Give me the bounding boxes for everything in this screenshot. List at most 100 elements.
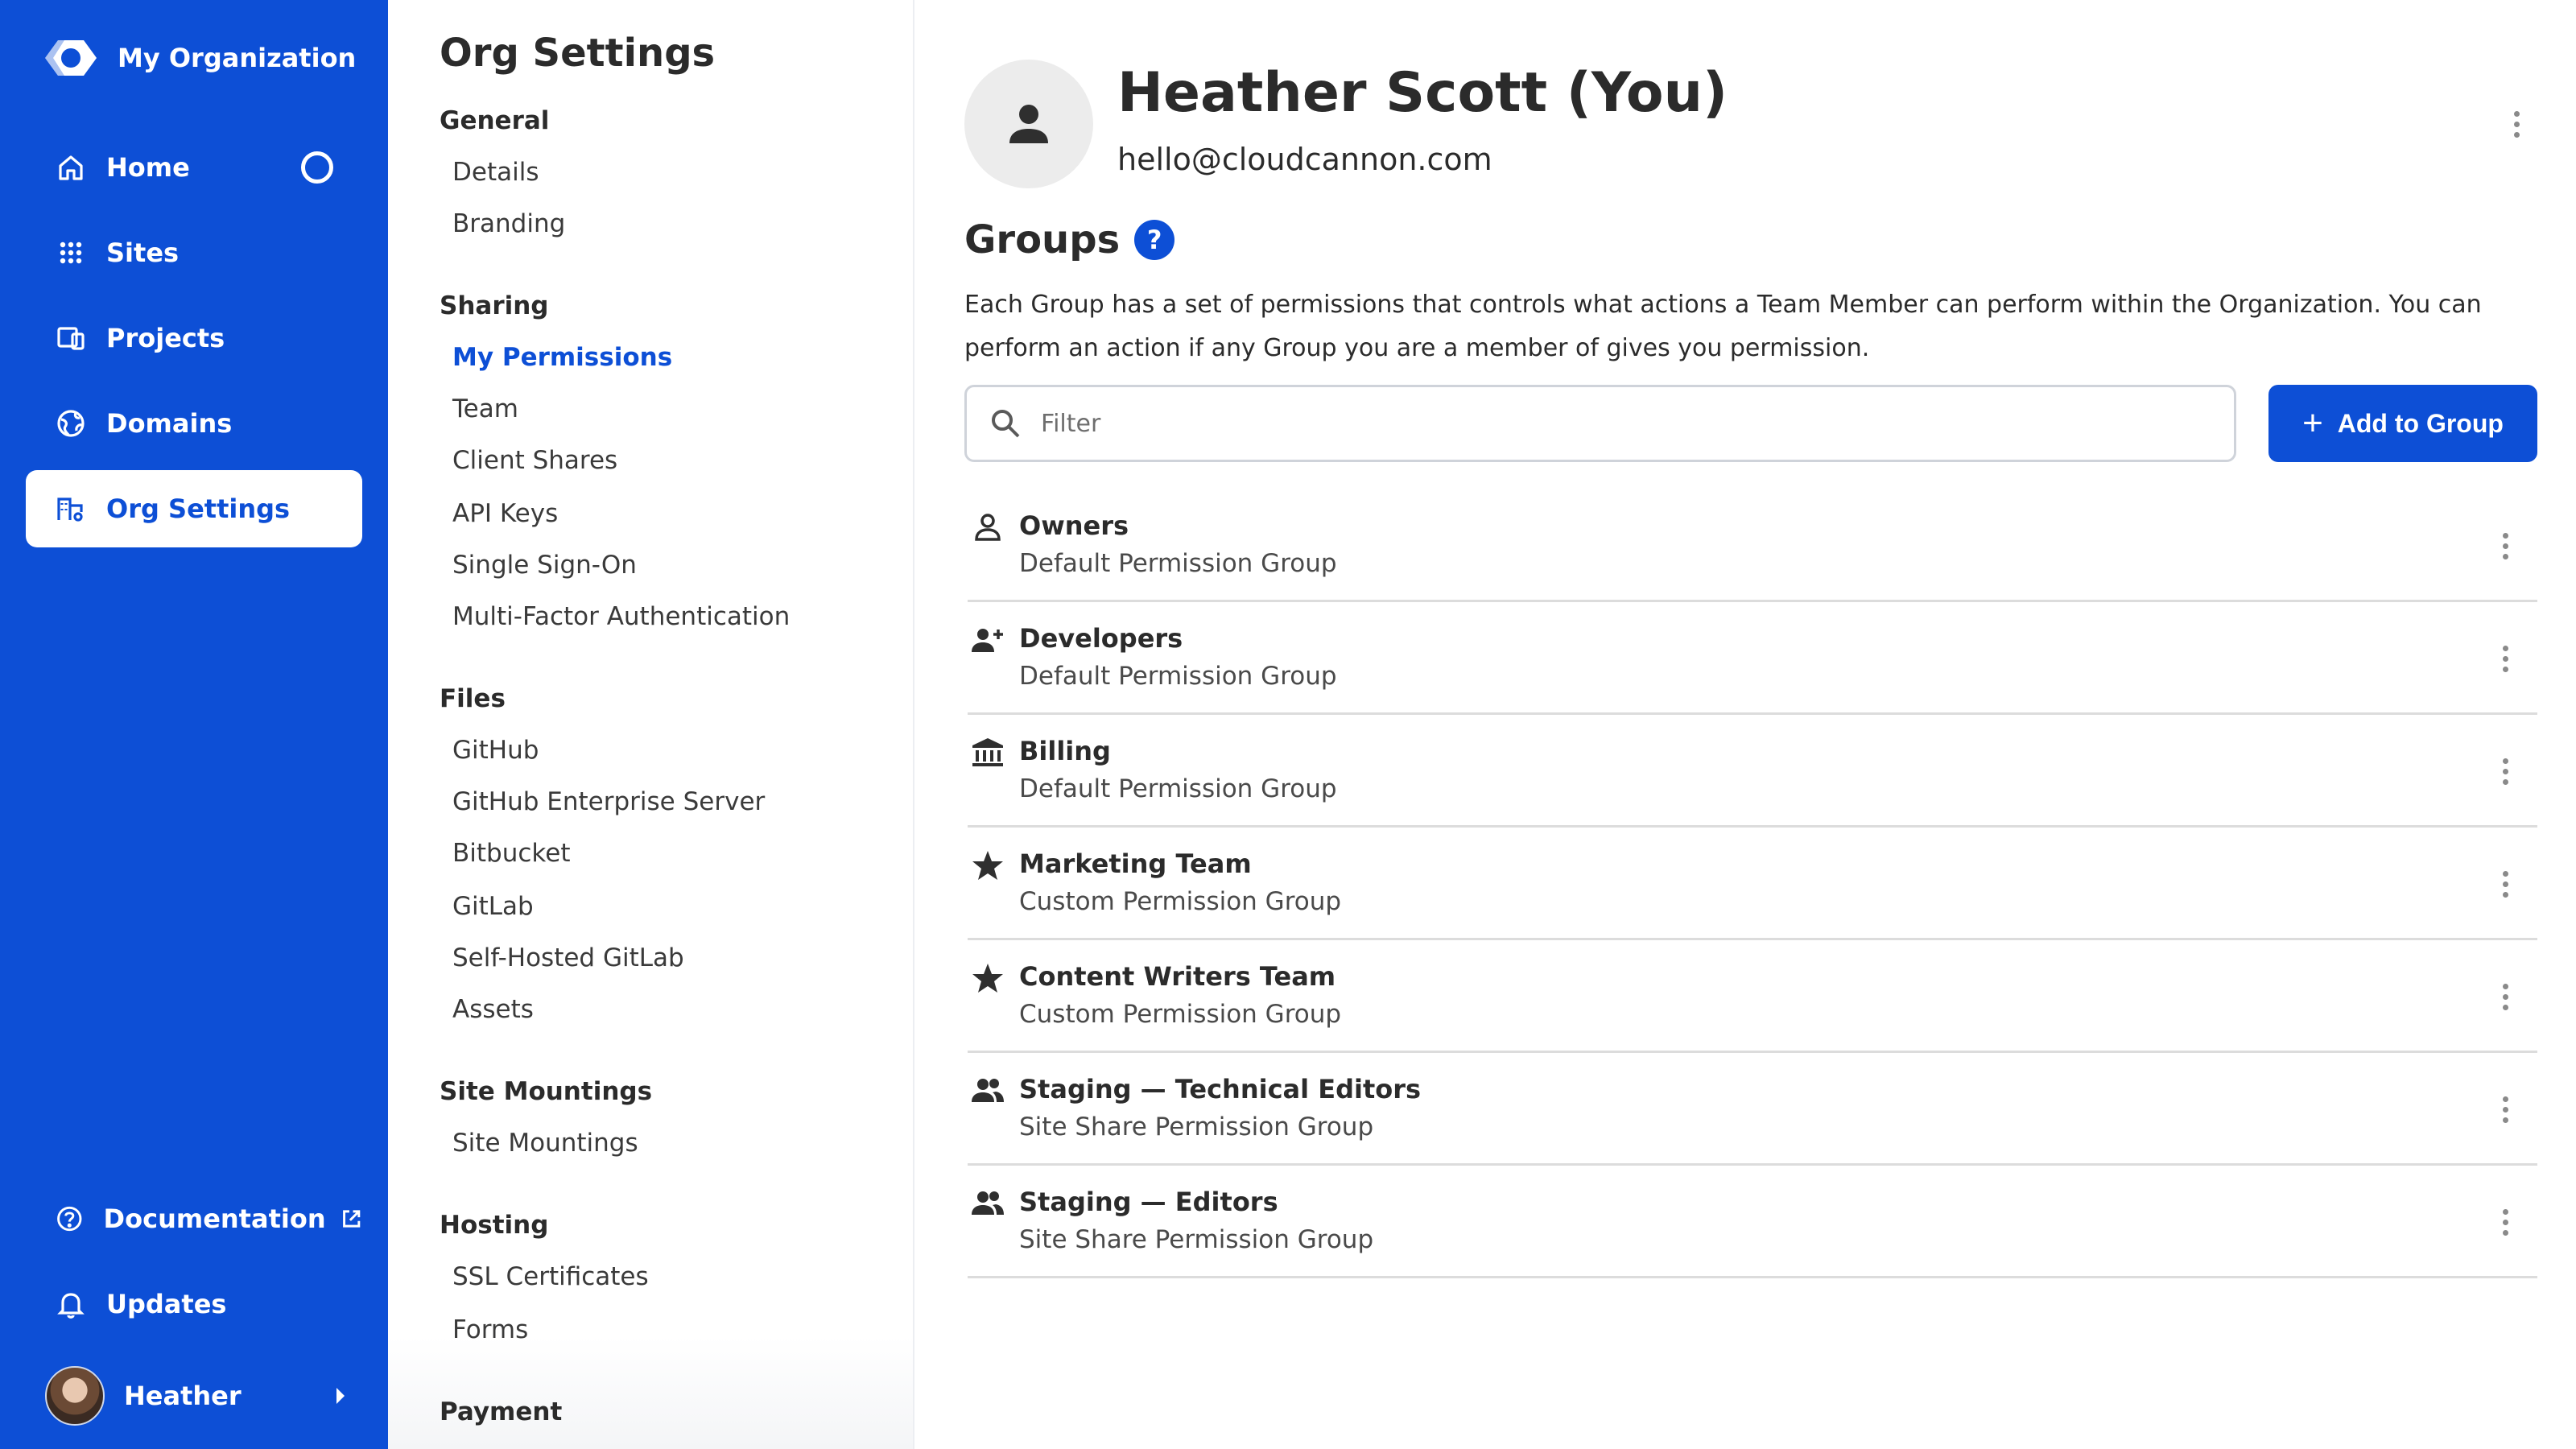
user-avatar (45, 1366, 105, 1426)
subnav-link-api-keys[interactable]: API Keys (452, 499, 558, 528)
plus-icon: + (2302, 403, 2323, 443)
nav-projects-label: Projects (106, 323, 225, 353)
globe-icon (57, 410, 85, 437)
groups-heading: Groups ? (964, 217, 1175, 262)
search-icon (992, 410, 1020, 438)
group-type: Custom Permission Group (1019, 1000, 1342, 1029)
group-row[interactable]: Staging — Technical Editors Site Share P… (968, 1053, 2537, 1166)
group-type: Default Permission Group (1019, 662, 1337, 691)
subnav-link-github[interactable]: GitHub (452, 736, 539, 765)
groups-title: Groups (964, 217, 1121, 262)
group-name: Billing (1019, 736, 1111, 766)
nav-projects[interactable]: Projects (26, 299, 362, 377)
subnav-link-branding[interactable]: Branding (452, 209, 565, 238)
user-menu[interactable]: Heather (45, 1364, 359, 1428)
profile-avatar (964, 60, 1093, 188)
user-name: Heather (124, 1381, 242, 1411)
subnav-link-ssl[interactable]: SSL Certificates (452, 1262, 649, 1291)
group-row[interactable]: Content Writers Team Custom Permission G… (968, 940, 2537, 1053)
org-settings-nav: Org Settings General Details Branding Sh… (388, 0, 913, 1449)
subnav-link-site-mountings[interactable]: Site Mountings (452, 1129, 638, 1158)
filter-input[interactable] (1041, 409, 2168, 438)
group-type: Custom Permission Group (1019, 887, 1342, 916)
group-row[interactable]: Staging — Editors Site Share Permission … (968, 1166, 2537, 1278)
nav-home[interactable]: Home (26, 129, 362, 206)
section-heading-files: Files (440, 684, 506, 713)
subnav-link-sso[interactable]: Single Sign-On (452, 551, 637, 580)
nav-documentation-label: Documentation (103, 1203, 326, 1234)
nav-documentation[interactable]: Documentation (26, 1180, 362, 1257)
section-heading-general: General (440, 106, 550, 135)
subnav-link-gitlab[interactable]: GitLab (452, 892, 534, 921)
org-switcher[interactable]: My Organization (42, 35, 356, 80)
bank-icon (972, 738, 1003, 766)
groups-description: Each Group has a set of permissions that… (964, 291, 2482, 362)
subnav-link-mfa[interactable]: Multi-Factor Authentication (452, 602, 790, 631)
people-icon (972, 1079, 1004, 1102)
group-type: Default Permission Group (1019, 774, 1337, 803)
group-more-icon[interactable] (2489, 860, 2521, 908)
nav-domains[interactable]: Domains (26, 385, 362, 462)
scroll-fade (388, 1336, 913, 1449)
help-icon[interactable]: ? (1134, 220, 1175, 260)
add-to-group-button[interactable]: + Add to Group (2268, 385, 2537, 462)
cloudcannon-logo-icon (45, 40, 97, 76)
group-type: Default Permission Group (1019, 549, 1337, 578)
star-icon (972, 851, 1003, 880)
main-content: Heather Scott (You) hello@cloudcannon.co… (914, 0, 2576, 1449)
subnav-link-assets[interactable]: Assets (452, 995, 534, 1024)
nav-updates-label: Updates (106, 1289, 227, 1319)
group-more-icon[interactable] (2489, 1198, 2521, 1246)
person-icon (1009, 105, 1048, 143)
group-row[interactable]: Billing Default Permission Group (968, 715, 2537, 828)
group-row[interactable]: Owners Default Permission Group (968, 489, 2537, 602)
group-row[interactable]: Developers Default Permission Group (968, 602, 2537, 715)
person-add-icon (972, 629, 1003, 652)
subnav-link-my-permissions[interactable]: My Permissions (452, 343, 672, 372)
subnav-link-client-shares[interactable]: Client Shares (452, 446, 617, 475)
section-heading-payment: Payment (440, 1397, 563, 1426)
group-type: Site Share Permission Group (1019, 1225, 1374, 1254)
help-circle-icon (57, 1206, 82, 1232)
subnav-link-self-hosted-gitlab[interactable]: Self-Hosted GitLab (452, 943, 684, 972)
group-more-icon[interactable] (2489, 747, 2521, 795)
section-heading-hosting: Hosting (440, 1211, 549, 1240)
group-more-icon[interactable] (2489, 1085, 2521, 1133)
nav-updates[interactable]: Updates (26, 1265, 362, 1343)
status-ring-icon (301, 151, 333, 184)
nav-domains-label: Domains (106, 408, 233, 439)
subnav-link-team[interactable]: Team (452, 394, 518, 423)
group-more-icon[interactable] (2489, 634, 2521, 683)
group-name: Content Writers Team (1019, 961, 1336, 992)
nav-org-settings-label: Org Settings (106, 493, 291, 524)
group-name: Owners (1019, 510, 1129, 541)
subnav-link-bitbucket[interactable]: Bitbucket (452, 839, 570, 868)
group-name: Developers (1019, 623, 1183, 654)
subnav-link-github-enterprise[interactable]: GitHub Enterprise Server (452, 787, 765, 816)
filter-field[interactable] (964, 385, 2236, 462)
projects-icon (57, 327, 85, 350)
grid-icon (60, 242, 82, 264)
group-more-icon[interactable] (2489, 972, 2521, 1021)
group-name: Marketing Team (1019, 848, 1252, 879)
external-link-icon (342, 1210, 360, 1228)
profile-name: Heather Scott (You) (1117, 61, 1728, 125)
nav-org-settings[interactable]: Org Settings (26, 470, 362, 547)
nav-sites-label: Sites (106, 237, 180, 268)
caret-right-icon (336, 1388, 345, 1404)
org-settings-icon (57, 497, 83, 522)
group-name: Staging — Editors (1019, 1187, 1278, 1217)
section-heading-site-mountings: Site Mountings (440, 1077, 653, 1106)
profile-more-icon[interactable] (2500, 100, 2533, 148)
org-name: My Organization (118, 43, 357, 73)
nav-sites[interactable]: Sites (26, 214, 362, 291)
group-name: Staging — Technical Editors (1019, 1074, 1422, 1104)
people-icon (972, 1191, 1004, 1215)
person-outline-icon (975, 514, 1001, 541)
group-more-icon[interactable] (2489, 522, 2521, 570)
subnav-link-details[interactable]: Details (452, 158, 539, 187)
subnav-title: Org Settings (440, 31, 716, 76)
profile-email: hello@cloudcannon.com (1117, 142, 1492, 177)
bell-icon (57, 1293, 85, 1319)
group-row[interactable]: Marketing Team Custom Permission Group (968, 828, 2537, 940)
